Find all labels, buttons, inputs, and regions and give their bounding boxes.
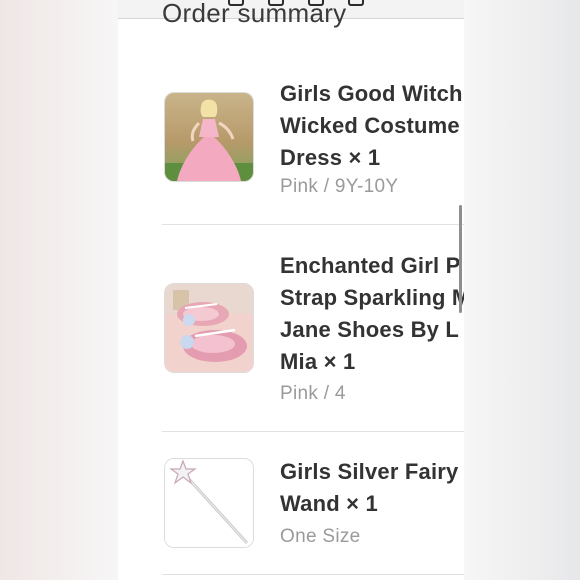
order-summary-title: Order summary [162, 0, 347, 28]
product-variant: Pink / 9Y-10Y [280, 176, 399, 197]
star-wand-photo-icon [165, 459, 253, 547]
product-name: Enchanted Girl P Strap Sparkling M Jane … [280, 253, 464, 374]
product-name: Girls Silver Fairy Wand × 1 [280, 459, 459, 516]
product-variant: Pink / 4 [280, 383, 346, 404]
product-thumbnail[interactable] [164, 283, 254, 373]
divider [162, 431, 464, 432]
divider [162, 224, 464, 225]
divider [162, 574, 464, 575]
pink-shoes-photo-icon [165, 284, 253, 372]
pink-dress-photo-icon [165, 93, 253, 181]
product-name: Girls Good Witch Wicked Costume Dress × … [280, 81, 463, 170]
product-thumbnail[interactable] [164, 92, 254, 182]
scrollbar[interactable] [459, 205, 462, 313]
product-thumbnail[interactable] [164, 458, 254, 548]
product-variant: One Size [280, 526, 361, 547]
checkout-screen: Order summary Girls Good Witch Wicked Co… [118, 0, 464, 580]
toolbar-icon [348, 0, 364, 6]
